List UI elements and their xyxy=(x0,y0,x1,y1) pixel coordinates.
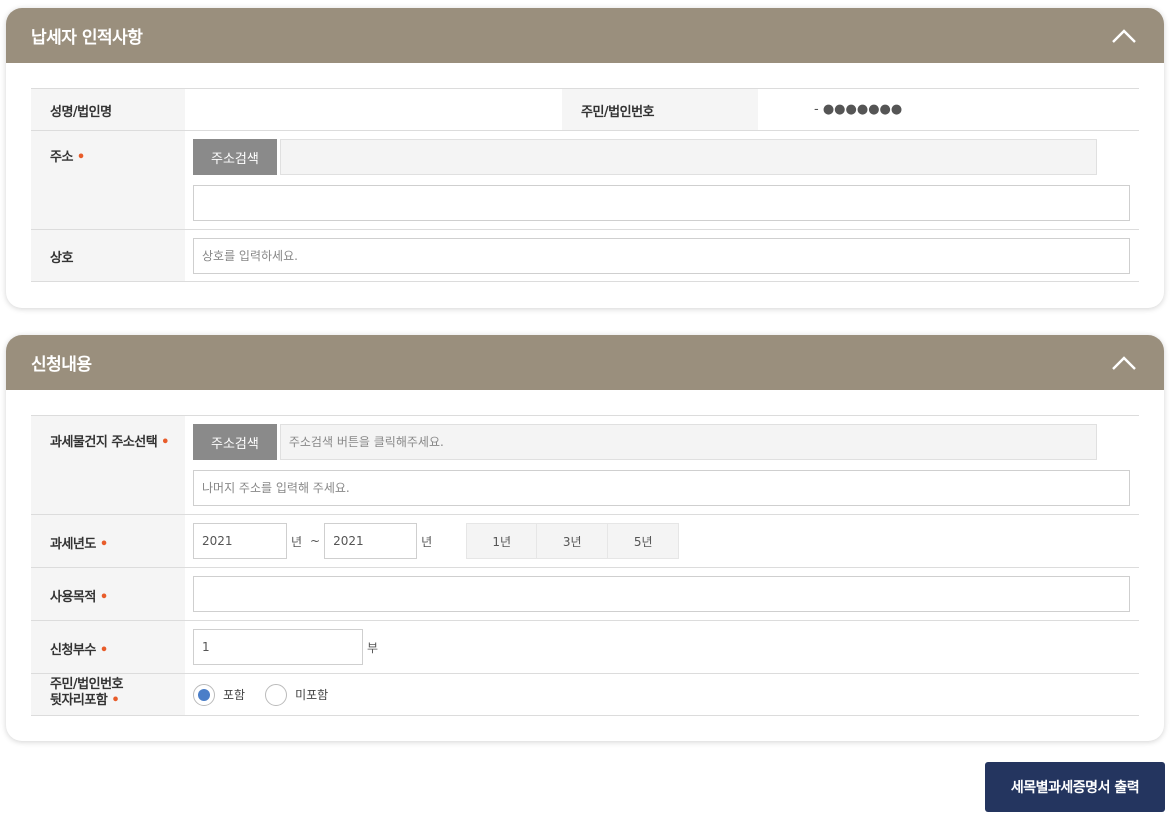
year-from-input[interactable] xyxy=(193,523,287,559)
address-field[interactable] xyxy=(279,139,1097,175)
address-detail-field[interactable] xyxy=(193,185,1130,221)
business-name-input[interactable] xyxy=(193,238,1130,274)
radio-exclude[interactable]: 미포함 xyxy=(265,683,329,706)
copies-input[interactable] xyxy=(193,629,363,665)
radio-include-label: 포함 xyxy=(223,688,246,702)
id-value-cell: - ●●●●●●● xyxy=(758,88,1139,131)
tax-year-label: 과세년도 • xyxy=(31,514,185,568)
tax-address-field[interactable] xyxy=(279,424,1097,460)
year-1-button[interactable]: 1년 xyxy=(466,523,538,559)
radio-unchecked-icon xyxy=(265,683,288,706)
application-header[interactable]: 신청내용 xyxy=(6,335,1164,390)
name-value-cell xyxy=(185,89,562,131)
panel-title: 납세자 인적사항 xyxy=(31,28,143,48)
copies-unit: 부 xyxy=(367,640,379,655)
tax-address-search-button[interactable]: 주소검색 xyxy=(193,424,277,460)
year-3-button[interactable]: 3년 xyxy=(537,523,609,559)
id-label: 주민/법인번호 xyxy=(562,88,758,131)
year-unit: 년 xyxy=(291,534,303,549)
purpose-input[interactable] xyxy=(193,576,1130,612)
panel-title: 신청내용 xyxy=(31,355,92,375)
taxpayer-info-panel: 납세자 인적사항 성명/법인명 주민/법인번호 - ●●●●●●● 주소 • 주소… xyxy=(6,8,1164,308)
radio-exclude-label: 미포함 xyxy=(295,688,329,702)
radio-checked-icon xyxy=(193,683,215,706)
year-range-buttons: 1년 3년 5년 xyxy=(466,523,680,559)
radio-include[interactable]: 포함 xyxy=(193,683,246,706)
id-suffix-label: 주민/법인번호 뒷자리포함 • xyxy=(31,673,185,716)
tax-address-label: 과세물건지 주소선택 • xyxy=(31,415,185,515)
purpose-label: 사용목적 • xyxy=(31,567,185,621)
year-5-button[interactable]: 5년 xyxy=(608,523,680,559)
taxpayer-info-header[interactable]: 납세자 인적사항 xyxy=(6,8,1164,63)
taxpayer-info-table: 성명/법인명 주민/법인번호 - ●●●●●●● 주소 • 주소검색 상호 xyxy=(31,88,1139,282)
print-certificate-button[interactable]: 세목별과세증명서 출력 xyxy=(985,762,1165,812)
year-unit: 년 xyxy=(421,534,433,549)
chevron-up-icon[interactable] xyxy=(1109,21,1139,51)
id-value: - ●●●●●●● xyxy=(814,102,903,117)
name-label: 성명/법인명 xyxy=(31,88,185,131)
tax-address-detail-input[interactable] xyxy=(193,470,1130,506)
chevron-up-icon[interactable] xyxy=(1109,348,1139,378)
business-name-label: 상호 xyxy=(31,229,185,282)
copies-label: 신청부수 • xyxy=(31,620,185,674)
year-to-input[interactable] xyxy=(324,523,418,559)
application-panel: 신청내용 과세물건지 주소선택• 주소검색 과세년도• xyxy=(6,335,1164,741)
address-label: 주소 • xyxy=(31,130,185,230)
tilde: ~ xyxy=(310,534,321,548)
application-table: 과세물건지 주소선택• 주소검색 과세년도• 년 ~ 년 xyxy=(31,415,1139,716)
address-search-button[interactable]: 주소검색 xyxy=(193,139,277,175)
